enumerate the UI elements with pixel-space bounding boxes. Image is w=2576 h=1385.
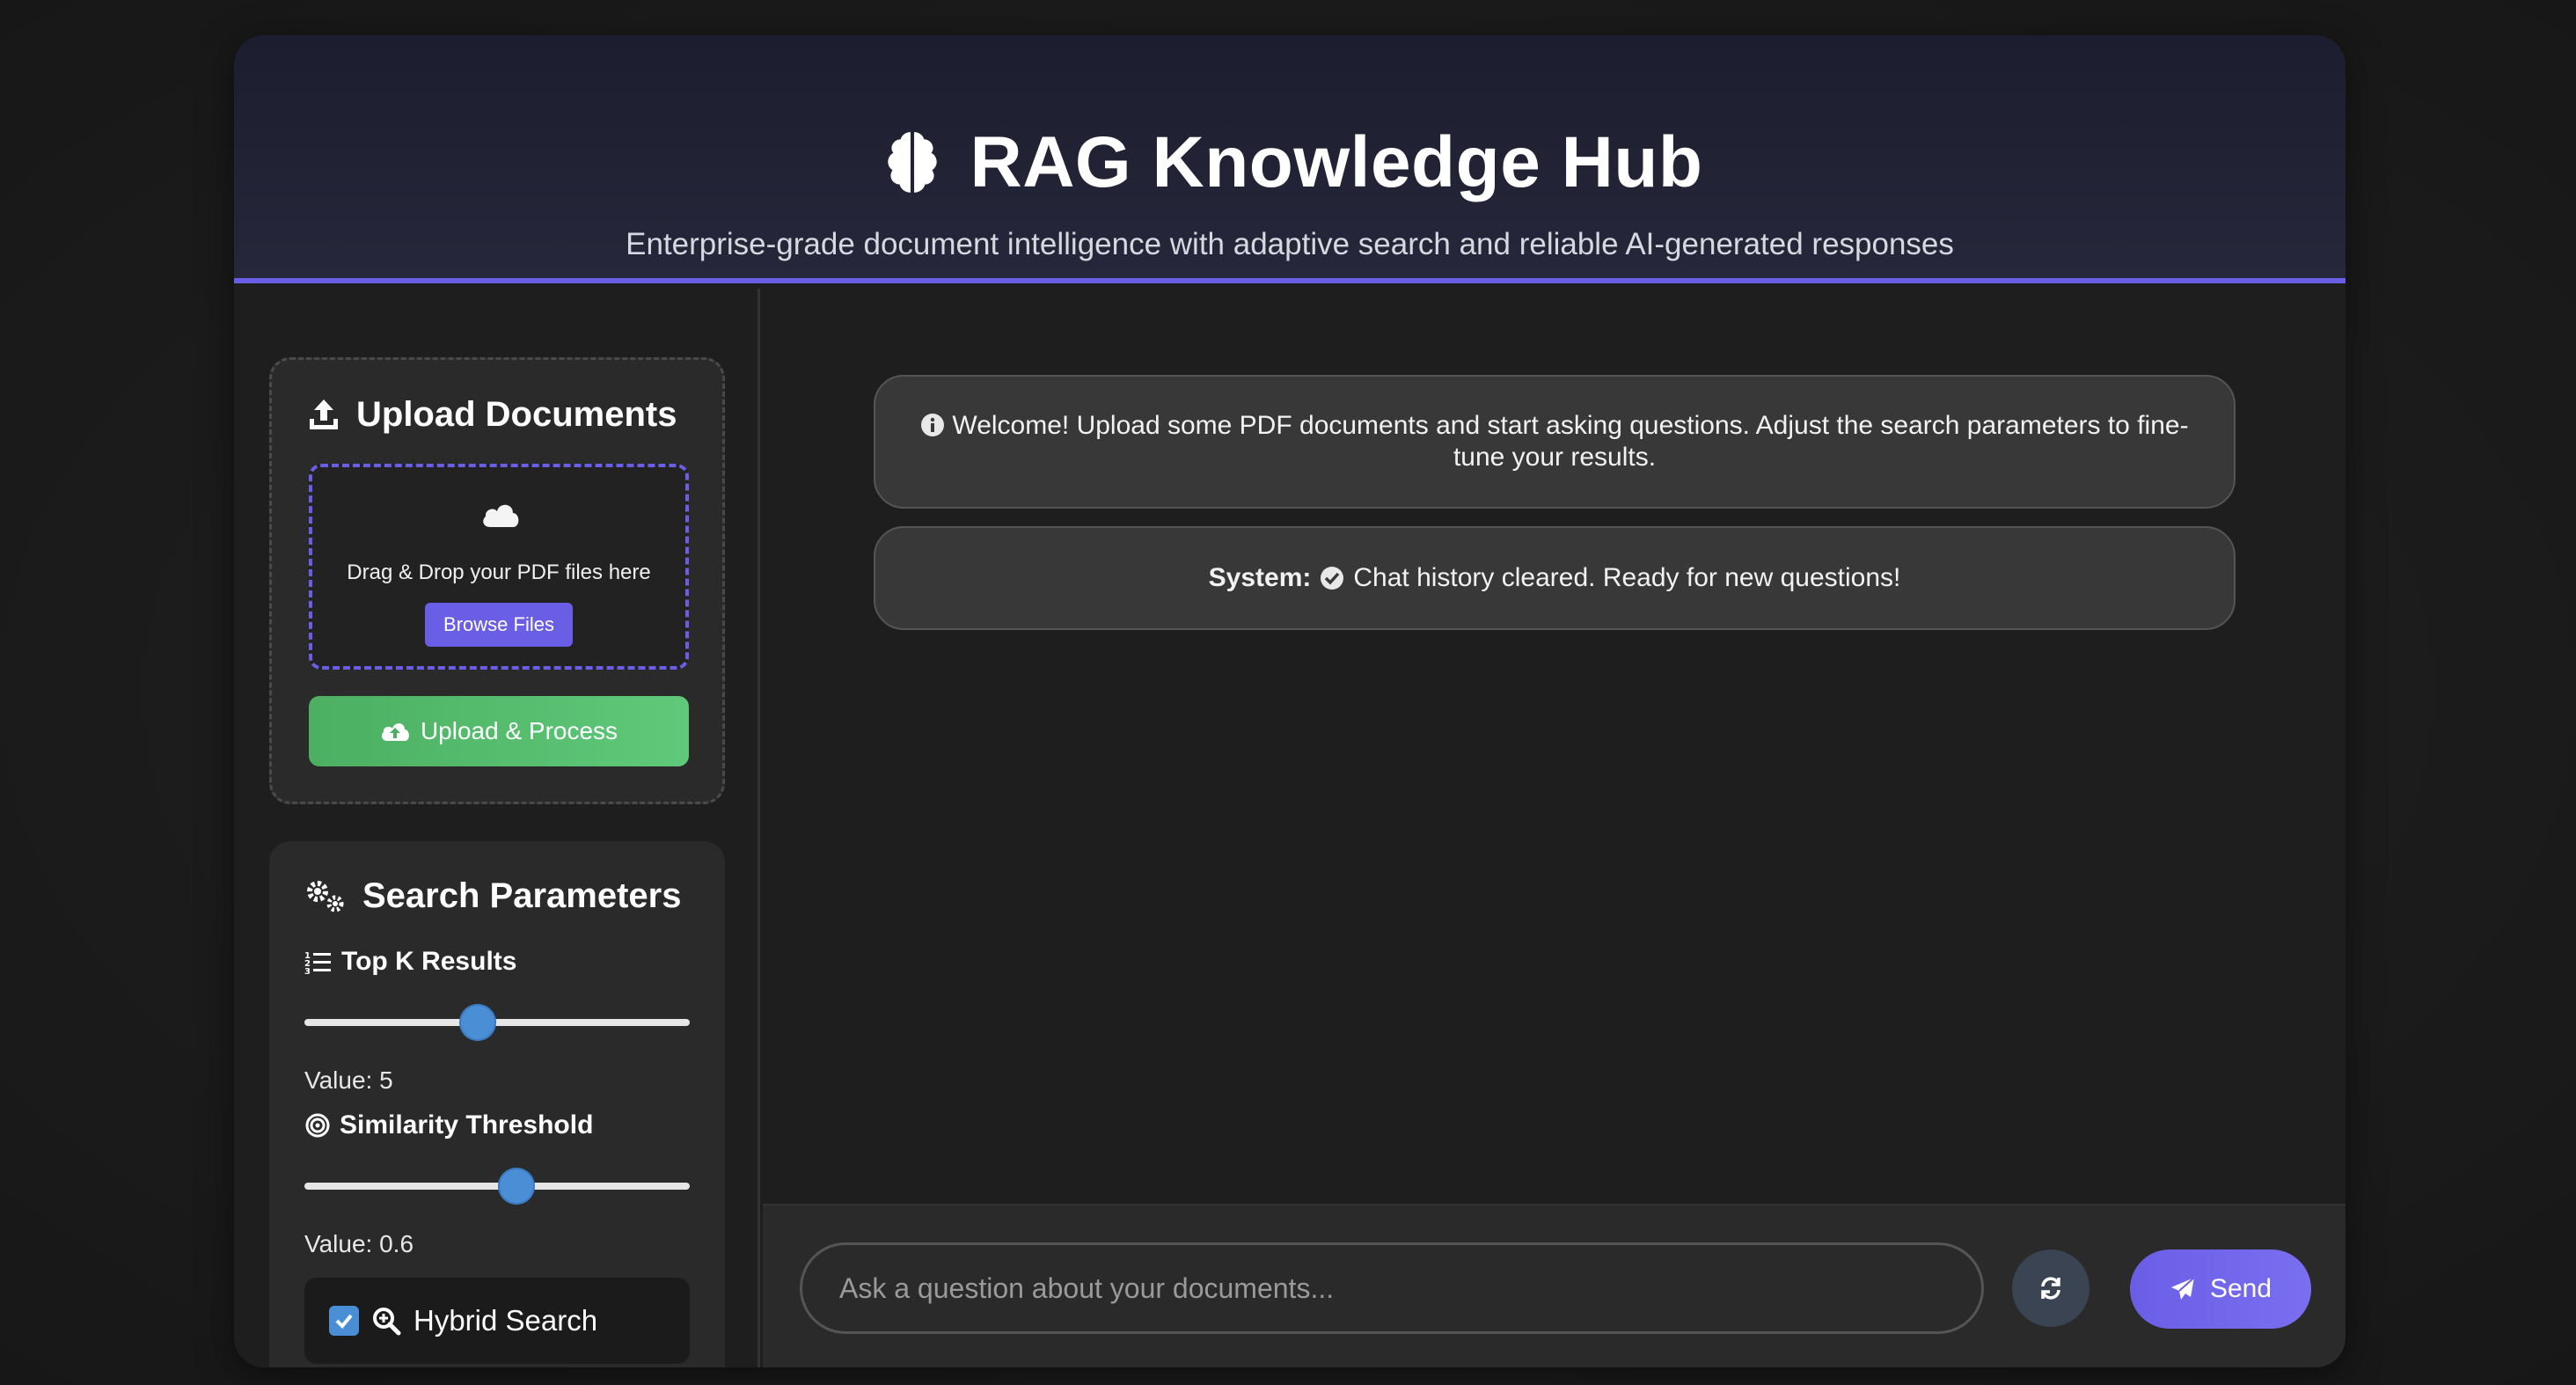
- clear-chat-button[interactable]: [2012, 1249, 2089, 1327]
- search-params-card: Search Parameters 1 2 3 Top K Results Va…: [269, 841, 725, 1367]
- list-ordered-icon: 1 2 3: [304, 951, 331, 974]
- upload-card-title: Upload Documents: [307, 395, 677, 435]
- send-button-label: Send: [2209, 1274, 2272, 1303]
- sidebar: Upload Documents Drag & Drop your PDF fi…: [234, 289, 760, 1367]
- top-k-slider[interactable]: [304, 1004, 690, 1041]
- hybrid-search-checkbox[interactable]: [329, 1306, 359, 1336]
- upload-process-label: Upload & Process: [420, 717, 618, 744]
- hybrid-search-toggle[interactable]: Hybrid Search: [304, 1278, 690, 1364]
- similarity-label-text: Similarity Threshold: [340, 1110, 594, 1140]
- search-plus-icon: [373, 1308, 401, 1336]
- cloud-icon: [483, 504, 519, 527]
- top-k-value: Value: 5: [304, 1066, 393, 1094]
- top-k-label-text: Top K Results: [341, 947, 517, 976]
- target-icon: [305, 1113, 330, 1138]
- upload-card: Upload Documents Drag & Drop your PDF fi…: [269, 357, 725, 804]
- system-message-prefix: System:: [1208, 563, 1312, 592]
- params-card-title: Search Parameters: [304, 876, 681, 916]
- system-message: System: Chat history cleared. Ready for …: [874, 526, 2236, 630]
- send-button[interactable]: Send: [2130, 1249, 2311, 1329]
- brain-icon: [888, 132, 938, 193]
- svg-text:3: 3: [304, 967, 311, 974]
- hybrid-search-label: Hybrid Search: [413, 1304, 598, 1337]
- welcome-message-text: Welcome! Upload some PDF documents and s…: [952, 411, 2189, 472]
- chat-area: Welcome! Upload some PDF documents and s…: [763, 289, 2345, 1239]
- top-k-label: 1 2 3 Top K Results: [304, 947, 516, 977]
- drop-zone[interactable]: Drag & Drop your PDF files here Browse F…: [309, 464, 689, 670]
- top-k-slider-thumb[interactable]: [459, 1004, 496, 1041]
- app-window: RAG Knowledge Hub Enterprise-grade docum…: [234, 35, 2345, 1367]
- system-message-text: Chat history cleared. Ready for new ques…: [1353, 563, 1901, 592]
- paper-plane-icon: [2170, 1277, 2195, 1300]
- welcome-message: Welcome! Upload some PDF documents and s…: [874, 375, 2236, 509]
- browse-files-button[interactable]: Browse Files: [425, 603, 573, 647]
- chat-input-bar: Send: [763, 1204, 2345, 1367]
- question-input[interactable]: [800, 1242, 1984, 1334]
- checkmark-icon: [335, 1314, 353, 1329]
- params-title-text: Search Parameters: [362, 876, 682, 915]
- similarity-label: Similarity Threshold: [304, 1110, 593, 1140]
- drop-zone-text: Drag & Drop your PDF files here: [347, 561, 651, 584]
- app-subtitle: Enterprise-grade document intelligence w…: [626, 227, 1954, 261]
- app-title: RAG Knowledge Hub: [970, 122, 1703, 202]
- upload-icon: [310, 399, 338, 429]
- upload-title-text: Upload Documents: [356, 395, 677, 434]
- refresh-icon: [2041, 1277, 2060, 1300]
- upload-process-button[interactable]: Upload & Process: [309, 696, 689, 766]
- similarity-value: Value: 0.6: [304, 1230, 414, 1257]
- similarity-slider[interactable]: [304, 1168, 690, 1205]
- cloud-upload-icon: [381, 723, 409, 741]
- info-icon: [921, 414, 945, 436]
- similarity-slider-thumb[interactable]: [498, 1168, 535, 1205]
- gears-icon: [307, 880, 344, 912]
- header: RAG Knowledge Hub Enterprise-grade docum…: [234, 35, 2345, 283]
- check-circle-icon: [1321, 567, 1344, 590]
- header-title: RAG Knowledge Hub: [234, 121, 2345, 204]
